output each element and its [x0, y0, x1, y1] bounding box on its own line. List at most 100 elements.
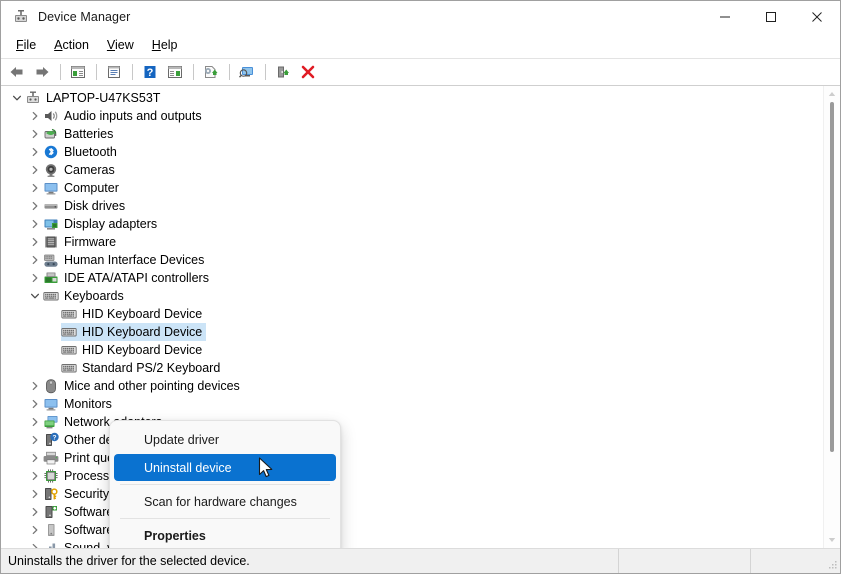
tree-node[interactable]: Disk drives: [1, 197, 823, 215]
menu-view[interactable]: View: [98, 35, 143, 56]
chevron-right-icon[interactable]: [27, 485, 43, 503]
tree-node[interactable]: LAPTOP-U47KS53T: [1, 89, 823, 107]
tree-node[interactable]: Audio inputs and outputs: [1, 107, 823, 125]
tree-node[interactable]: Keyboards: [1, 287, 823, 305]
menu-action[interactable]: Action: [45, 35, 98, 56]
tree-node-hit[interactable]: Human Interface Devices: [43, 251, 208, 269]
chevron-right-icon[interactable]: [27, 377, 43, 395]
vertical-scrollbar[interactable]: [823, 86, 840, 548]
chevron-right-icon[interactable]: [27, 449, 43, 467]
tree-node-hit[interactable]: Standard PS/2 Keyboard: [61, 359, 224, 377]
chevron-right-icon[interactable]: [27, 179, 43, 197]
tree-node-hit[interactable]: Audio inputs and outputs: [43, 107, 206, 125]
maximize-button[interactable]: [748, 1, 794, 33]
enable-device-button[interactable]: [271, 61, 295, 83]
tree-node-label: Computer: [59, 179, 119, 197]
chevron-right-icon[interactable]: [27, 521, 43, 539]
chevron-right-icon[interactable]: [27, 539, 43, 548]
software-device-icon: [43, 522, 59, 538]
context-menu-item-scan-for-hardware-changes[interactable]: Scan for hardware changes: [114, 488, 336, 515]
network-adapter-icon: [43, 414, 59, 430]
tree-node-hit[interactable]: IDE ATA/ATAPI controllers: [43, 269, 213, 287]
chevron-right-icon[interactable]: [27, 251, 43, 269]
show-hide-console-tree-button[interactable]: [66, 61, 90, 83]
tree-node[interactable]: Cameras: [1, 161, 823, 179]
minimize-button[interactable]: [702, 1, 748, 33]
chevron-right-icon[interactable]: [27, 161, 43, 179]
tree-node[interactable]: Monitors: [1, 395, 823, 413]
chevron-right-icon[interactable]: [27, 467, 43, 485]
tree-node[interactable]: Human Interface Devices: [1, 251, 823, 269]
svg-text:?: ?: [52, 435, 56, 442]
tree-node[interactable]: HID Keyboard Device: [1, 305, 823, 323]
tree-node-hit[interactable]: HID Keyboard Device: [61, 305, 206, 323]
scrollbar-down-arrow[interactable]: [824, 532, 840, 548]
chevron-right-icon[interactable]: [27, 395, 43, 413]
update-driver-button[interactable]: [199, 61, 223, 83]
tree-node-label: Human Interface Devices: [59, 251, 204, 269]
context-menu-item-uninstall-device[interactable]: Uninstall device: [114, 454, 336, 481]
scan-for-hardware-changes-button[interactable]: [235, 61, 259, 83]
context-menu-separator: [120, 484, 330, 485]
menu-help[interactable]: Help: [143, 35, 187, 56]
scrollbar-thumb[interactable]: [830, 102, 834, 452]
twisty-placeholder: [45, 305, 61, 323]
software-component-icon: [43, 504, 59, 520]
chevron-right-icon[interactable]: [27, 143, 43, 161]
properties-button[interactable]: [102, 61, 126, 83]
chevron-right-icon[interactable]: [27, 233, 43, 251]
tree-node-hit[interactable]: HID Keyboard Device: [61, 323, 206, 341]
close-button[interactable]: [794, 1, 840, 33]
tree-node[interactable]: HID Keyboard Device: [1, 323, 823, 341]
tree-node[interactable]: HID Keyboard Device: [1, 341, 823, 359]
tree-node-hit[interactable]: Batteries: [43, 125, 117, 143]
tree-node-hit[interactable]: Computer: [43, 179, 123, 197]
tree-node[interactable]: Mice and other pointing devices: [1, 377, 823, 395]
tree-node-label: Mice and other pointing devices: [59, 377, 240, 395]
uninstall-device-button[interactable]: [296, 61, 320, 83]
chevron-right-icon[interactable]: [27, 107, 43, 125]
tree-node-hit[interactable]: Cameras: [43, 161, 119, 179]
tree-node-hit[interactable]: Keyboards: [43, 287, 128, 305]
tree-node-hit[interactable]: HID Keyboard Device: [61, 341, 206, 359]
context-menu[interactable]: Update driverUninstall device Scan for ha…: [109, 420, 341, 548]
tree-node-label: Keyboards: [59, 287, 124, 305]
context-menu-item-properties[interactable]: Properties: [114, 522, 336, 548]
tree-node-hit[interactable]: Display adapters: [43, 215, 161, 233]
chevron-right-icon[interactable]: [27, 269, 43, 287]
chevron-right-icon[interactable]: [27, 503, 43, 521]
chevron-down-icon[interactable]: [9, 89, 25, 107]
tree-node-hit[interactable]: Disk drives: [43, 197, 129, 215]
help-button[interactable]: ?: [138, 61, 162, 83]
back-button[interactable]: [5, 61, 29, 83]
tree-node-hit[interactable]: Monitors: [43, 395, 116, 413]
tree-node[interactable]: Display adapters: [1, 215, 823, 233]
tree-node-hit[interactable]: Mice and other pointing devices: [43, 377, 244, 395]
chevron-right-icon[interactable]: [27, 215, 43, 233]
show-hide-action-pane-button[interactable]: [163, 61, 187, 83]
chevron-right-icon[interactable]: [27, 125, 43, 143]
chevron-right-icon[interactable]: [27, 431, 43, 449]
svg-text:?: ?: [147, 67, 154, 79]
toolbar: ?: [1, 59, 840, 86]
tree-node[interactable]: Firmware: [1, 233, 823, 251]
chevron-down-icon[interactable]: [27, 287, 43, 305]
forward-button[interactable]: [30, 61, 54, 83]
tree-node[interactable]: Batteries: [1, 125, 823, 143]
scrollbar-up-arrow[interactable]: [824, 86, 840, 102]
resize-grip[interactable]: [826, 559, 838, 571]
tree-node-hit[interactable]: LAPTOP-U47KS53T: [25, 89, 164, 107]
tree-node-hit[interactable]: Firmware: [43, 233, 120, 251]
tree-node-label: Display adapters: [59, 215, 157, 233]
menu-bar: FileActionViewHelp: [1, 33, 840, 59]
chevron-right-icon[interactable]: [27, 413, 43, 431]
menu-file[interactable]: File: [7, 35, 45, 56]
tree-node[interactable]: Bluetooth: [1, 143, 823, 161]
tree-node-hit[interactable]: Bluetooth: [43, 143, 121, 161]
tree-node[interactable]: Standard PS/2 Keyboard: [1, 359, 823, 377]
chevron-right-icon[interactable]: [27, 197, 43, 215]
tree-node[interactable]: Computer: [1, 179, 823, 197]
tree-node[interactable]: IDE ATA/ATAPI controllers: [1, 269, 823, 287]
status-text-pane: Uninstalls the driver for the selected d…: [1, 549, 619, 573]
context-menu-item-update-driver[interactable]: Update driver: [114, 426, 336, 453]
